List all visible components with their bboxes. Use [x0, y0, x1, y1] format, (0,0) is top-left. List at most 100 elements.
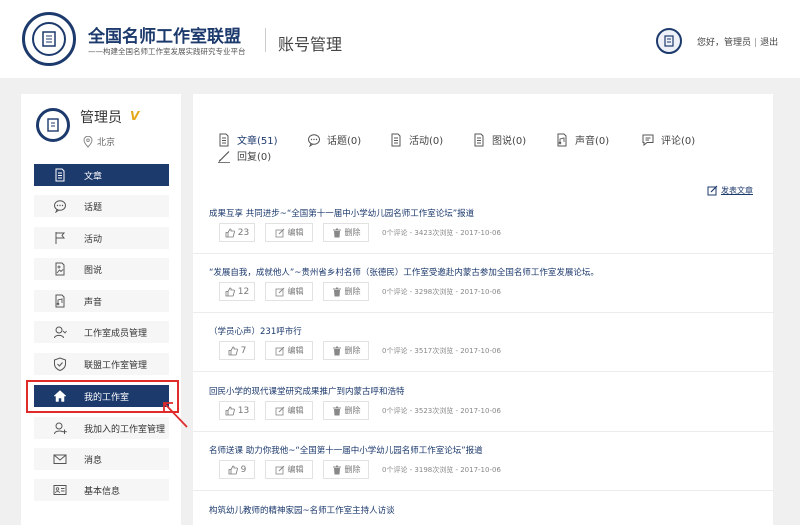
sidebar-item-label: 消息	[84, 455, 103, 466]
main-content: 文章(51) 话题(0) 活动(0) 图说(0) 声音(0) 评论(0) 回复(0) 发表文…	[193, 94, 773, 525]
user-link[interactable]: 管理员	[724, 38, 751, 48]
pencil-icon	[217, 149, 231, 163]
join-icon	[52, 421, 68, 435]
verified-badge: V	[130, 109, 140, 123]
like-button[interactable]: 12	[219, 282, 255, 301]
like-count: 7	[240, 345, 247, 356]
article-title[interactable]: 成果互享 共同进步~“全国第十一届中小学幼儿园名师工作室论坛”报道	[209, 207, 474, 219]
article-meta: 0个评论 - 3298次浏览 - 2017-10-06	[382, 287, 501, 296]
tab-1[interactable]: 话题(0)	[307, 132, 361, 147]
greeting-text: 您好，	[697, 38, 725, 48]
like-button[interactable]: 23	[219, 223, 255, 242]
article-meta: 0个评论 - 3423次浏览 - 2017-10-06	[382, 228, 501, 237]
article-actions: 7 编辑 删除 0个评论 - 3517次浏览 - 2017-10-06	[219, 341, 501, 360]
sidebar-item-0[interactable]: 文章	[34, 164, 169, 186]
document-icon	[472, 133, 486, 147]
sidebar-item-4[interactable]: 声音	[34, 290, 169, 312]
article-actions: 13 编辑 删除 0个评论 - 3523次浏览 - 2017-10-06	[219, 401, 501, 420]
like-count: 12	[237, 286, 250, 297]
member-icon	[52, 325, 68, 339]
post-article-button[interactable]: 发表文章	[707, 185, 753, 196]
annotation-arrow-icon	[163, 402, 188, 428]
document-icon	[389, 133, 403, 147]
brand-subtitle: ——构建全国名师工作室发展实践研究专业平台	[88, 47, 246, 56]
sidebar-item-5[interactable]: 工作室成员管理	[34, 321, 169, 343]
sidebar-item-1[interactable]: 话题	[34, 195, 169, 217]
article-divider	[193, 431, 773, 432]
document-icon	[217, 133, 231, 147]
profile-name: 管理员	[80, 110, 122, 126]
thumbs-up-icon	[225, 287, 235, 297]
article-meta: 0个评论 - 3198次浏览 - 2017-10-06	[382, 465, 501, 474]
sidebar-item-6[interactable]: 联盟工作室管理	[34, 353, 169, 375]
edit-button[interactable]: 编辑	[265, 223, 313, 242]
tab-4[interactable]: 声音(0)	[555, 132, 609, 147]
edit-icon	[707, 185, 718, 196]
delete-button[interactable]: 删除	[323, 223, 369, 242]
like-button[interactable]: 13	[219, 401, 255, 420]
article-divider	[193, 312, 773, 313]
article-meta: 0个评论 - 3523次浏览 - 2017-10-06	[382, 406, 501, 415]
article-actions: 9 编辑 删除 0个评论 - 3198次浏览 - 2017-10-06	[219, 460, 501, 479]
sidebar-item-9[interactable]: 消息	[34, 448, 169, 470]
edit-icon	[275, 406, 285, 416]
article-actions: 23 编辑 删除 0个评论 - 3423次浏览 - 2017-10-06	[219, 223, 501, 242]
sidebar-item-label: 基本信息	[84, 486, 121, 497]
article-title[interactable]: 构筑幼儿教师的精神家园~名师工作室主持人访谈	[209, 504, 395, 516]
greeting-separator: |	[754, 38, 758, 48]
profile-avatar[interactable]	[36, 108, 70, 142]
chat-bubble-icon	[307, 133, 321, 147]
tab-2[interactable]: 活动(0)	[389, 132, 443, 147]
profile-location: 北京	[97, 138, 116, 148]
delete-button[interactable]: 删除	[323, 341, 369, 360]
delete-button[interactable]: 删除	[323, 460, 369, 479]
user-greeting: 您好，管理员 | 退出	[697, 35, 778, 48]
trash-icon	[332, 465, 342, 475]
like-count: 9	[240, 464, 247, 475]
trash-icon	[332, 346, 342, 356]
edit-button[interactable]: 编辑	[265, 460, 313, 479]
sidebar-item-10[interactable]: 基本信息	[34, 479, 169, 501]
article-title[interactable]: （学员心声）231呼市行	[209, 325, 302, 337]
audio-file-icon	[555, 133, 569, 147]
tab-0[interactable]: 文章(51)	[217, 132, 278, 147]
article-title[interactable]: “发展自我，成就他人”~贵州省乡村名师（张德民）工作室受邀赴内蒙古参加全国名师工…	[209, 266, 599, 278]
delete-label: 删除	[344, 346, 361, 355]
article-title[interactable]: 回民小学的现代课堂研究成果推广到内蒙古呼和浩特	[209, 385, 405, 397]
article-actions: 12 编辑 删除 0个评论 - 3298次浏览 - 2017-10-06	[219, 282, 501, 301]
delete-button[interactable]: 删除	[323, 401, 369, 420]
sidebar-item-3[interactable]: 图说	[34, 258, 169, 280]
tab-label: 话题(0)	[327, 136, 362, 147]
thumbs-up-icon	[225, 228, 235, 238]
header-avatar[interactable]	[656, 28, 682, 54]
location-icon	[83, 136, 93, 148]
edit-icon	[275, 465, 285, 475]
post-article-label: 发表文章	[721, 186, 753, 195]
brand-title: 全国名师工作室联盟	[88, 27, 241, 47]
tab-label: 回复(0)	[237, 152, 272, 163]
sidebar-item-2[interactable]: 活动	[34, 227, 169, 249]
delete-button[interactable]: 删除	[323, 282, 369, 301]
edit-button[interactable]: 编辑	[265, 341, 313, 360]
logout-link[interactable]: 退出	[760, 38, 778, 48]
delete-label: 删除	[344, 406, 361, 415]
edit-button[interactable]: 编辑	[265, 282, 313, 301]
sidebar-item-label: 活动	[84, 234, 103, 245]
tab-5[interactable]: 评论(0)	[641, 132, 695, 147]
like-button[interactable]: 7	[219, 341, 255, 360]
article-title[interactable]: 名师送课 助力你我他~“全国第十一届中小学幼儿园名师工作室论坛”报道	[209, 444, 483, 456]
sidebar-item-8[interactable]: 我加入的工作室管理	[34, 417, 169, 439]
alliance-logo[interactable]	[22, 12, 76, 66]
edit-icon	[275, 228, 285, 238]
tab-6[interactable]: 回复(0)	[217, 148, 271, 163]
chat-bubble-icon	[52, 199, 68, 213]
sidebar: 管理员 V 北京 文章 话题 活动 图说 声音 工作室成员管理 联盟工作室管理 我的工作室 我加…	[21, 94, 181, 525]
sidebar-item-label: 话题	[84, 202, 103, 213]
edit-button[interactable]: 编辑	[265, 401, 313, 420]
like-button[interactable]: 9	[219, 460, 255, 479]
edit-icon	[275, 287, 285, 297]
article-divider	[193, 371, 773, 372]
shield-icon	[52, 357, 68, 371]
article-divider	[193, 490, 773, 491]
tab-3[interactable]: 图说(0)	[472, 132, 526, 147]
